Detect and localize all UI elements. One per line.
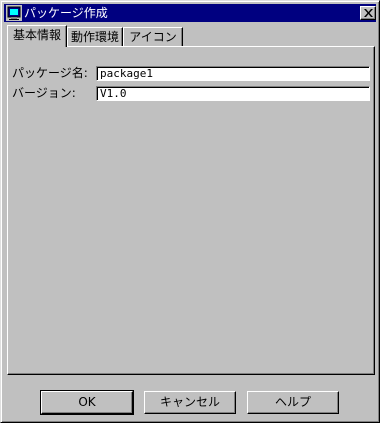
tab-label: 動作環境 [70, 30, 119, 44]
tab-icon[interactable]: アイコン [123, 27, 183, 47]
tab-label: 基本情報 [12, 28, 61, 42]
close-icon [364, 9, 373, 17]
package-name-field[interactable]: package1 [96, 66, 370, 81]
window-title: パッケージ作成 [24, 6, 108, 20]
tab-label: アイコン [129, 30, 177, 44]
tab-basic-info[interactable]: 基本情報 [7, 25, 67, 47]
tab-panel-basic-info: パッケージ名: package1 バージョン: V1.0 [7, 46, 375, 375]
dialog-window: パッケージ作成 基本情報 動作環境 アイコン パッケージ名: package1 … [0, 0, 380, 423]
ok-button[interactable]: OK [40, 390, 134, 415]
close-button[interactable] [360, 6, 376, 20]
help-button[interactable]: ヘルプ [247, 391, 339, 414]
version-field[interactable]: V1.0 [96, 86, 370, 101]
tab-environment[interactable]: 動作環境 [67, 27, 123, 47]
title-bar[interactable]: パッケージ作成 [4, 4, 376, 22]
cancel-button[interactable]: キャンセル [144, 391, 236, 414]
package-name-label: パッケージ名: [12, 66, 88, 80]
version-label: バージョン: [12, 86, 76, 100]
app-icon [6, 5, 22, 21]
